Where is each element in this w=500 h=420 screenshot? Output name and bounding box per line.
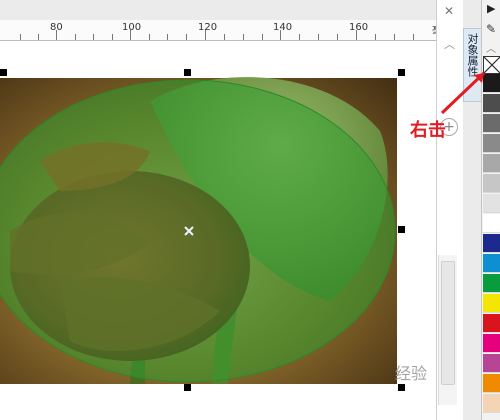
ruler-label-100: 100 [122,22,142,33]
annotation-arrow-icon [440,71,486,115]
play-icon[interactable]: ▶ [487,2,495,15]
lotus-photo [0,41,436,420]
color-swatch[interactable] [483,294,500,313]
close-icon[interactable]: ✕ [444,4,454,18]
ruler-label-140: 140 [273,22,293,33]
drawing-canvas[interactable] [0,41,437,420]
ruler-label-120: 120 [198,22,218,33]
color-swatch[interactable] [483,274,500,293]
color-palette: ▶ ✎ ︿ [481,0,500,420]
color-swatch[interactable] [483,214,500,233]
color-swatch[interactable] [483,134,500,153]
eyedropper-icon[interactable]: ✎ [486,22,496,36]
color-swatch[interactable] [483,234,500,253]
color-swatch[interactable] [483,174,500,193]
horizontal-ruler: 80 100 120 140 160 毫米 [0,20,442,52]
selection-handle-bottom-right[interactable] [398,384,405,391]
selection-handle-right[interactable] [398,226,405,233]
selection-handle-top-left[interactable] [0,69,7,76]
watermark: 经验 [395,364,428,383]
selection-handle-bottom[interactable] [184,384,191,391]
color-swatch[interactable] [483,354,500,373]
color-swatch[interactable] [483,194,500,213]
ruler-label-80: 80 [50,22,63,33]
vertical-scrollbar[interactable] [438,255,457,405]
color-swatch[interactable] [483,374,500,393]
annotation-label: 右击 [410,120,446,141]
color-swatch[interactable] [483,114,500,133]
scrollbar-thumb[interactable] [441,261,455,385]
chevron-up-icon[interactable]: ︿ [444,36,455,52]
color-swatch[interactable] [483,254,500,273]
color-swatch[interactable] [483,154,500,173]
color-swatch[interactable] [483,334,500,353]
selection-handle-top[interactable] [184,69,191,76]
color-swatch[interactable] [483,394,500,413]
selection-handle-top-right[interactable] [398,69,405,76]
ruler-label-160: 160 [349,22,369,33]
color-swatch[interactable] [483,314,500,333]
chevron-up-icon[interactable]: ︿ [486,40,496,55]
